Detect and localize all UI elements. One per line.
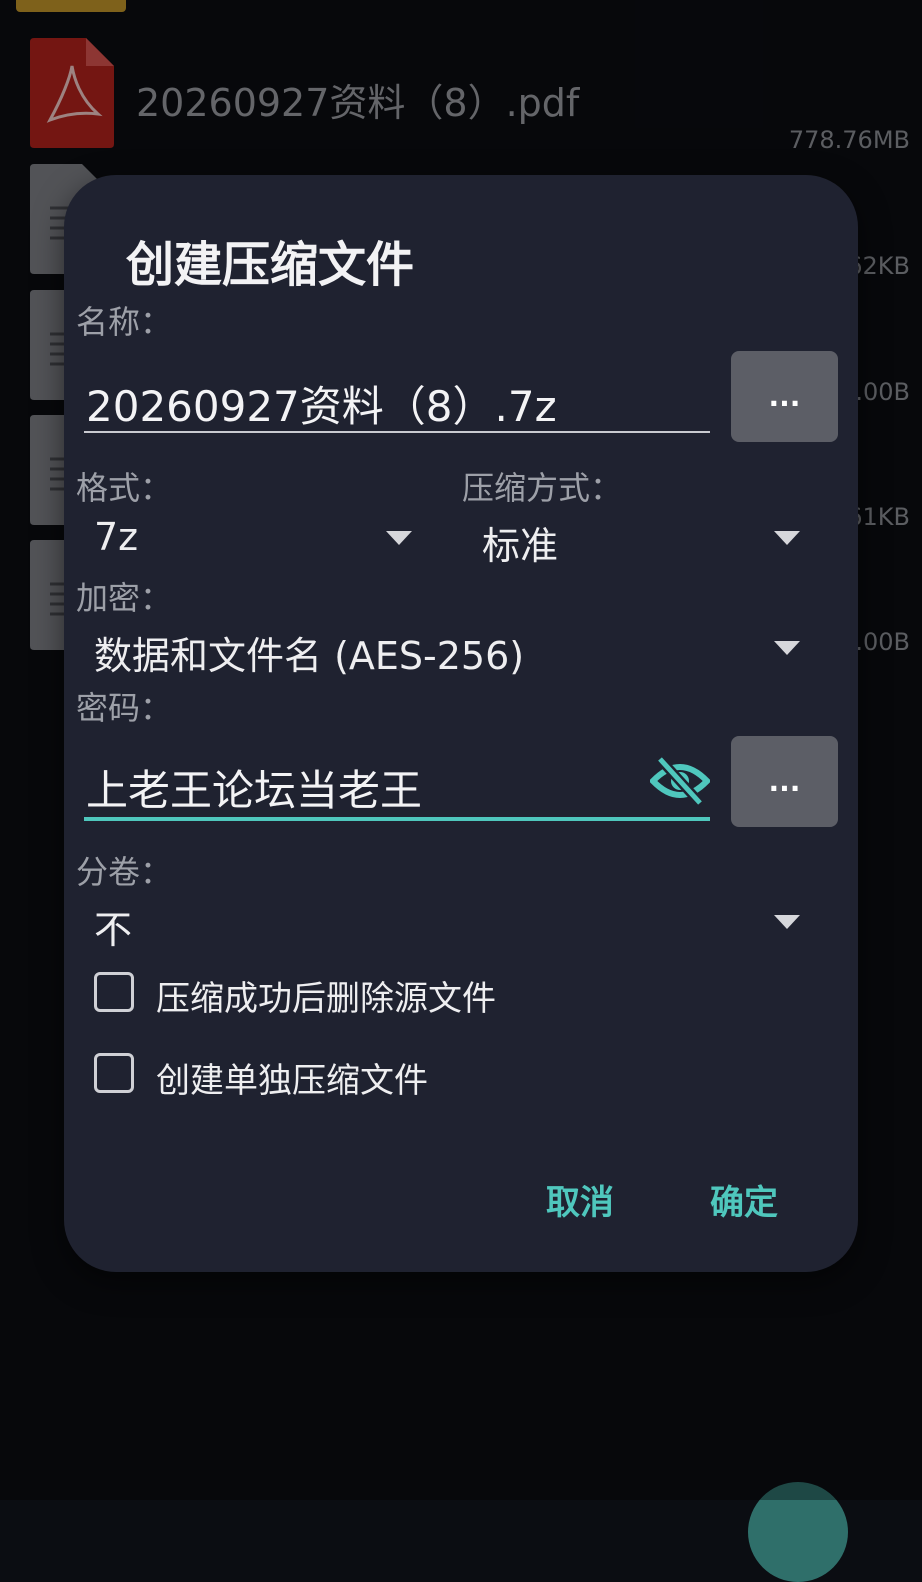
password-input[interactable]: 上老王论坛当老王 <box>86 757 422 818</box>
separate-archives-checkbox[interactable] <box>94 1053 134 1093</box>
encryption-label: 加密： <box>76 579 173 617</box>
delete-source-label[interactable]: 压缩成功后删除源文件 <box>156 971 496 1020</box>
name-input[interactable]: 20260927资料（8）.7z <box>86 373 557 434</box>
password-label: 密码： <box>76 689 173 727</box>
format-select[interactable]: 7z <box>94 515 138 559</box>
create-archive-dialog: 创建压缩文件 名称： 20260927资料（8）.7z ... 格式： 7z 压… <box>64 175 858 1272</box>
name-label: 名称： <box>76 303 173 341</box>
visibility-off-icon[interactable] <box>650 755 710 807</box>
browse-path-button[interactable]: ... <box>731 351 838 442</box>
separate-archives-label[interactable]: 创建单独压缩文件 <box>156 1053 428 1102</box>
split-volume-label: 分卷： <box>76 853 173 891</box>
split-volume-select[interactable]: 不 <box>94 899 132 954</box>
format-label: 格式： <box>76 469 173 507</box>
cancel-button[interactable]: 取消 <box>546 1175 614 1224</box>
delete-source-checkbox[interactable] <box>94 972 134 1012</box>
name-input-underline <box>84 431 710 433</box>
compression-method-label: 压缩方式： <box>462 469 623 507</box>
dialog-title: 创建压缩文件 <box>126 237 415 293</box>
compression-method-select[interactable]: 标准 <box>482 515 558 570</box>
method-dropdown-arrow-icon[interactable] <box>774 531 800 545</box>
split-dropdown-arrow-icon[interactable] <box>774 915 800 929</box>
encryption-select[interactable]: 数据和文件名 (AES-256) <box>94 625 524 680</box>
password-options-button[interactable]: ... <box>731 736 838 827</box>
password-input-underline <box>84 817 710 821</box>
ok-button[interactable]: 确定 <box>710 1175 778 1224</box>
encryption-dropdown-arrow-icon[interactable] <box>774 641 800 655</box>
format-dropdown-arrow-icon[interactable] <box>386 531 412 545</box>
